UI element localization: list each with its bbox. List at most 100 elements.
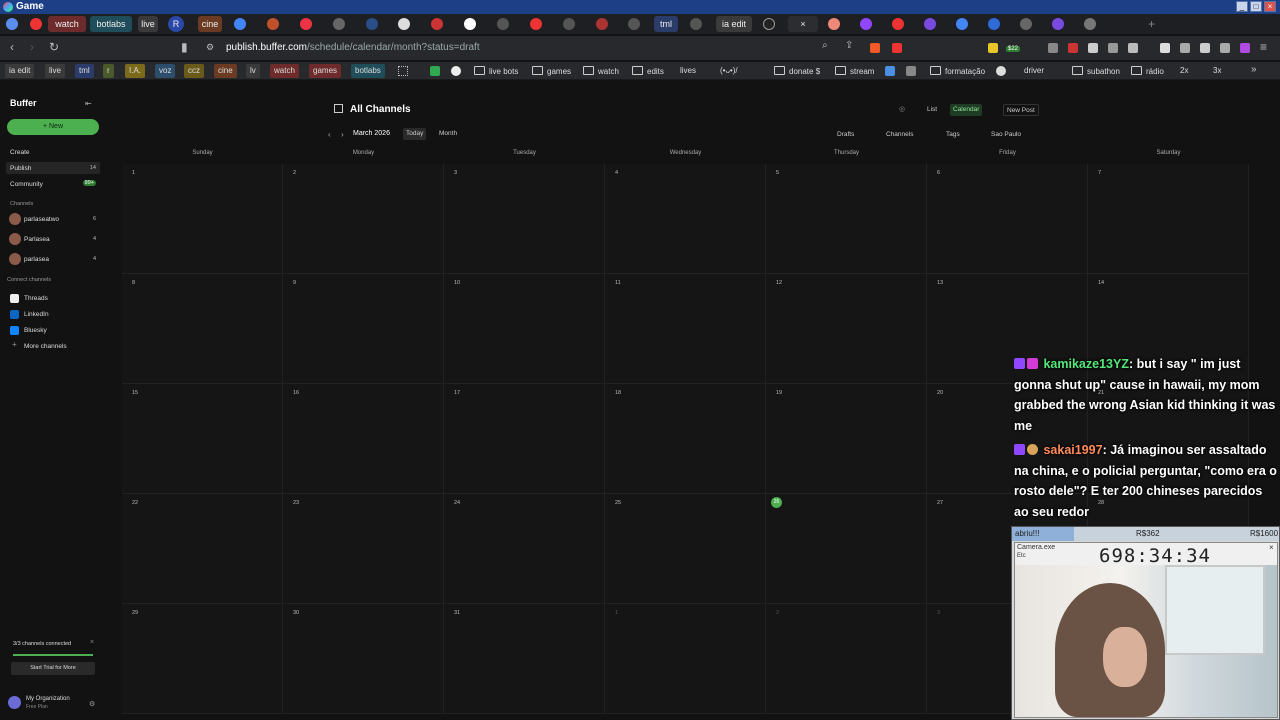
day-cell[interactable]: 22 xyxy=(122,494,283,604)
day-cell[interactable]: 12 xyxy=(766,274,927,384)
bookmark-tml[interactable]: tml xyxy=(75,64,94,78)
bookmark-ia[interactable]: I.A. xyxy=(125,64,146,78)
day-cell[interactable]: 23 xyxy=(283,494,444,604)
tab-icon[interactable] xyxy=(563,18,575,30)
extension-icon[interactable] xyxy=(1088,43,1098,53)
new-post-button[interactable]: New Post xyxy=(1003,104,1039,116)
bookmark-3x[interactable]: 3x xyxy=(1209,64,1225,78)
channel-parlaseatwo[interactable]: parlaseatwo xyxy=(24,216,59,223)
calendar-view-button[interactable]: Calendar xyxy=(950,104,983,116)
channel-parlasea[interactable]: Parlasea xyxy=(24,236,50,243)
tab-icon[interactable] xyxy=(267,18,279,30)
tab-icon[interactable] xyxy=(892,18,904,30)
menu-icon[interactable]: ≡ xyxy=(1260,40,1267,54)
bookmark-r[interactable]: r xyxy=(103,64,114,78)
bookmark-icon[interactable] xyxy=(996,66,1006,76)
folder-formatacao[interactable]: formatação xyxy=(930,65,985,79)
settings-icon[interactable]: ⚙ xyxy=(89,700,95,708)
forward-icon[interactable]: › xyxy=(30,40,34,54)
new-button[interactable]: + New xyxy=(7,119,99,135)
more-bookmarks-icon[interactable]: » xyxy=(1251,64,1257,75)
rewards-icon[interactable] xyxy=(892,43,902,53)
folder-subathon[interactable]: subathon xyxy=(1072,65,1120,79)
list-view-button[interactable]: List xyxy=(924,104,940,116)
tab-icon[interactable] xyxy=(1020,18,1032,30)
day-cell[interactable]: 6 xyxy=(927,164,1088,274)
google-icon[interactable] xyxy=(234,18,246,30)
extension-icon[interactable] xyxy=(1128,43,1138,53)
tab-icon[interactable] xyxy=(1052,18,1064,30)
zoom-icon[interactable]: ⌕ xyxy=(822,40,828,51)
sidebar-item-create[interactable]: Create xyxy=(10,149,30,156)
folder-donate[interactable]: donate $ xyxy=(774,65,820,79)
day-cell[interactable]: 15 xyxy=(122,384,283,494)
connect-linkedin[interactable]: LinkedIn xyxy=(24,311,49,318)
bookmark-botlabs[interactable]: botlabs xyxy=(351,64,385,78)
day-cell[interactable]: 2 xyxy=(283,164,444,274)
tab-ia-edit[interactable]: ia edit xyxy=(716,16,752,32)
tab-icon[interactable] xyxy=(431,18,443,30)
today-button[interactable]: Today xyxy=(403,128,427,140)
org-name[interactable]: My Organization xyxy=(26,696,70,702)
bookmark-voz[interactable]: voz xyxy=(155,64,176,78)
day-cell[interactable]: 2 xyxy=(766,604,927,714)
active-tab[interactable]: × xyxy=(788,16,818,32)
day-cell[interactable]: 3 xyxy=(444,164,605,274)
day-cell[interactable]: 17 xyxy=(444,384,605,494)
bookmark-driver[interactable]: driver xyxy=(1020,64,1048,78)
tab-live[interactable]: live xyxy=(138,16,158,32)
day-cell[interactable]: 5 xyxy=(766,164,927,274)
twitch-icon[interactable] xyxy=(860,18,872,30)
day-cell[interactable]: 10 xyxy=(444,274,605,384)
view-select[interactable]: Month xyxy=(436,128,460,140)
tab-icon[interactable] xyxy=(828,18,840,30)
day-cell[interactable]: 24 xyxy=(444,494,605,604)
tab-icon[interactable] xyxy=(333,18,345,30)
google-icon[interactable] xyxy=(956,18,968,30)
tab-icon[interactable] xyxy=(497,18,509,30)
apps-grid-icon[interactable] xyxy=(398,66,408,76)
folder-live-bots[interactable]: live bots xyxy=(474,65,518,79)
tab-icon[interactable] xyxy=(530,18,542,30)
extension-icon[interactable] xyxy=(1048,43,1058,53)
shield-icon[interactable] xyxy=(1084,18,1096,30)
ai-icon[interactable] xyxy=(1200,43,1210,53)
day-cell[interactable]: 19 xyxy=(766,384,927,494)
tab-icon[interactable] xyxy=(628,18,640,30)
day-cell[interactable]: 11 xyxy=(605,274,766,384)
bookmark-ccz[interactable]: ccz xyxy=(184,64,204,78)
tab-icon[interactable] xyxy=(300,18,312,30)
folder-watch[interactable]: watch xyxy=(583,65,619,79)
wallet-icon[interactable] xyxy=(1180,43,1190,53)
bookmark-2x[interactable]: 2x xyxy=(1176,64,1192,78)
bookmark-icon[interactable] xyxy=(451,66,461,76)
tab-r[interactable]: R xyxy=(168,16,184,32)
bookmark-cine[interactable]: cine xyxy=(214,64,237,78)
tab-icon[interactable] xyxy=(366,18,378,30)
day-cell[interactable]: 31 xyxy=(444,604,605,714)
day-cell[interactable]: 1 xyxy=(605,604,766,714)
sidebar-item-publish[interactable]: Publish xyxy=(10,165,31,172)
close-window-button[interactable]: × xyxy=(1264,1,1276,12)
reload-icon[interactable]: ↻ xyxy=(49,40,59,54)
day-cell[interactable]: 30 xyxy=(283,604,444,714)
notification-icon[interactable]: ◎ xyxy=(899,105,905,113)
share-icon[interactable]: ⇪ xyxy=(845,40,853,51)
maximize-button[interactable]: □ xyxy=(1250,1,1262,12)
folder-edits[interactable]: edits xyxy=(632,65,664,79)
profile-icon[interactable] xyxy=(1240,43,1250,53)
folder-games[interactable]: games xyxy=(532,65,571,79)
collapse-sidebar-icon[interactable]: ⇤ xyxy=(85,99,92,108)
tab-icon[interactable] xyxy=(30,18,42,30)
brave-icon[interactable] xyxy=(870,43,880,53)
tab-icon[interactable] xyxy=(398,18,410,30)
tab-tml[interactable]: tml xyxy=(654,16,678,32)
timezone-select[interactable]: Sao Paulo xyxy=(988,129,1024,141)
filter-channels[interactable]: Channels xyxy=(883,129,916,141)
day-cell[interactable]: 26 xyxy=(766,494,927,604)
new-tab-icon[interactable]: + xyxy=(1148,17,1155,31)
extension-icon[interactable] xyxy=(1108,43,1118,53)
day-cell[interactable]: 1 xyxy=(122,164,283,274)
back-icon[interactable]: ‹ xyxy=(10,40,14,54)
connect-bluesky[interactable]: Bluesky xyxy=(24,327,47,334)
